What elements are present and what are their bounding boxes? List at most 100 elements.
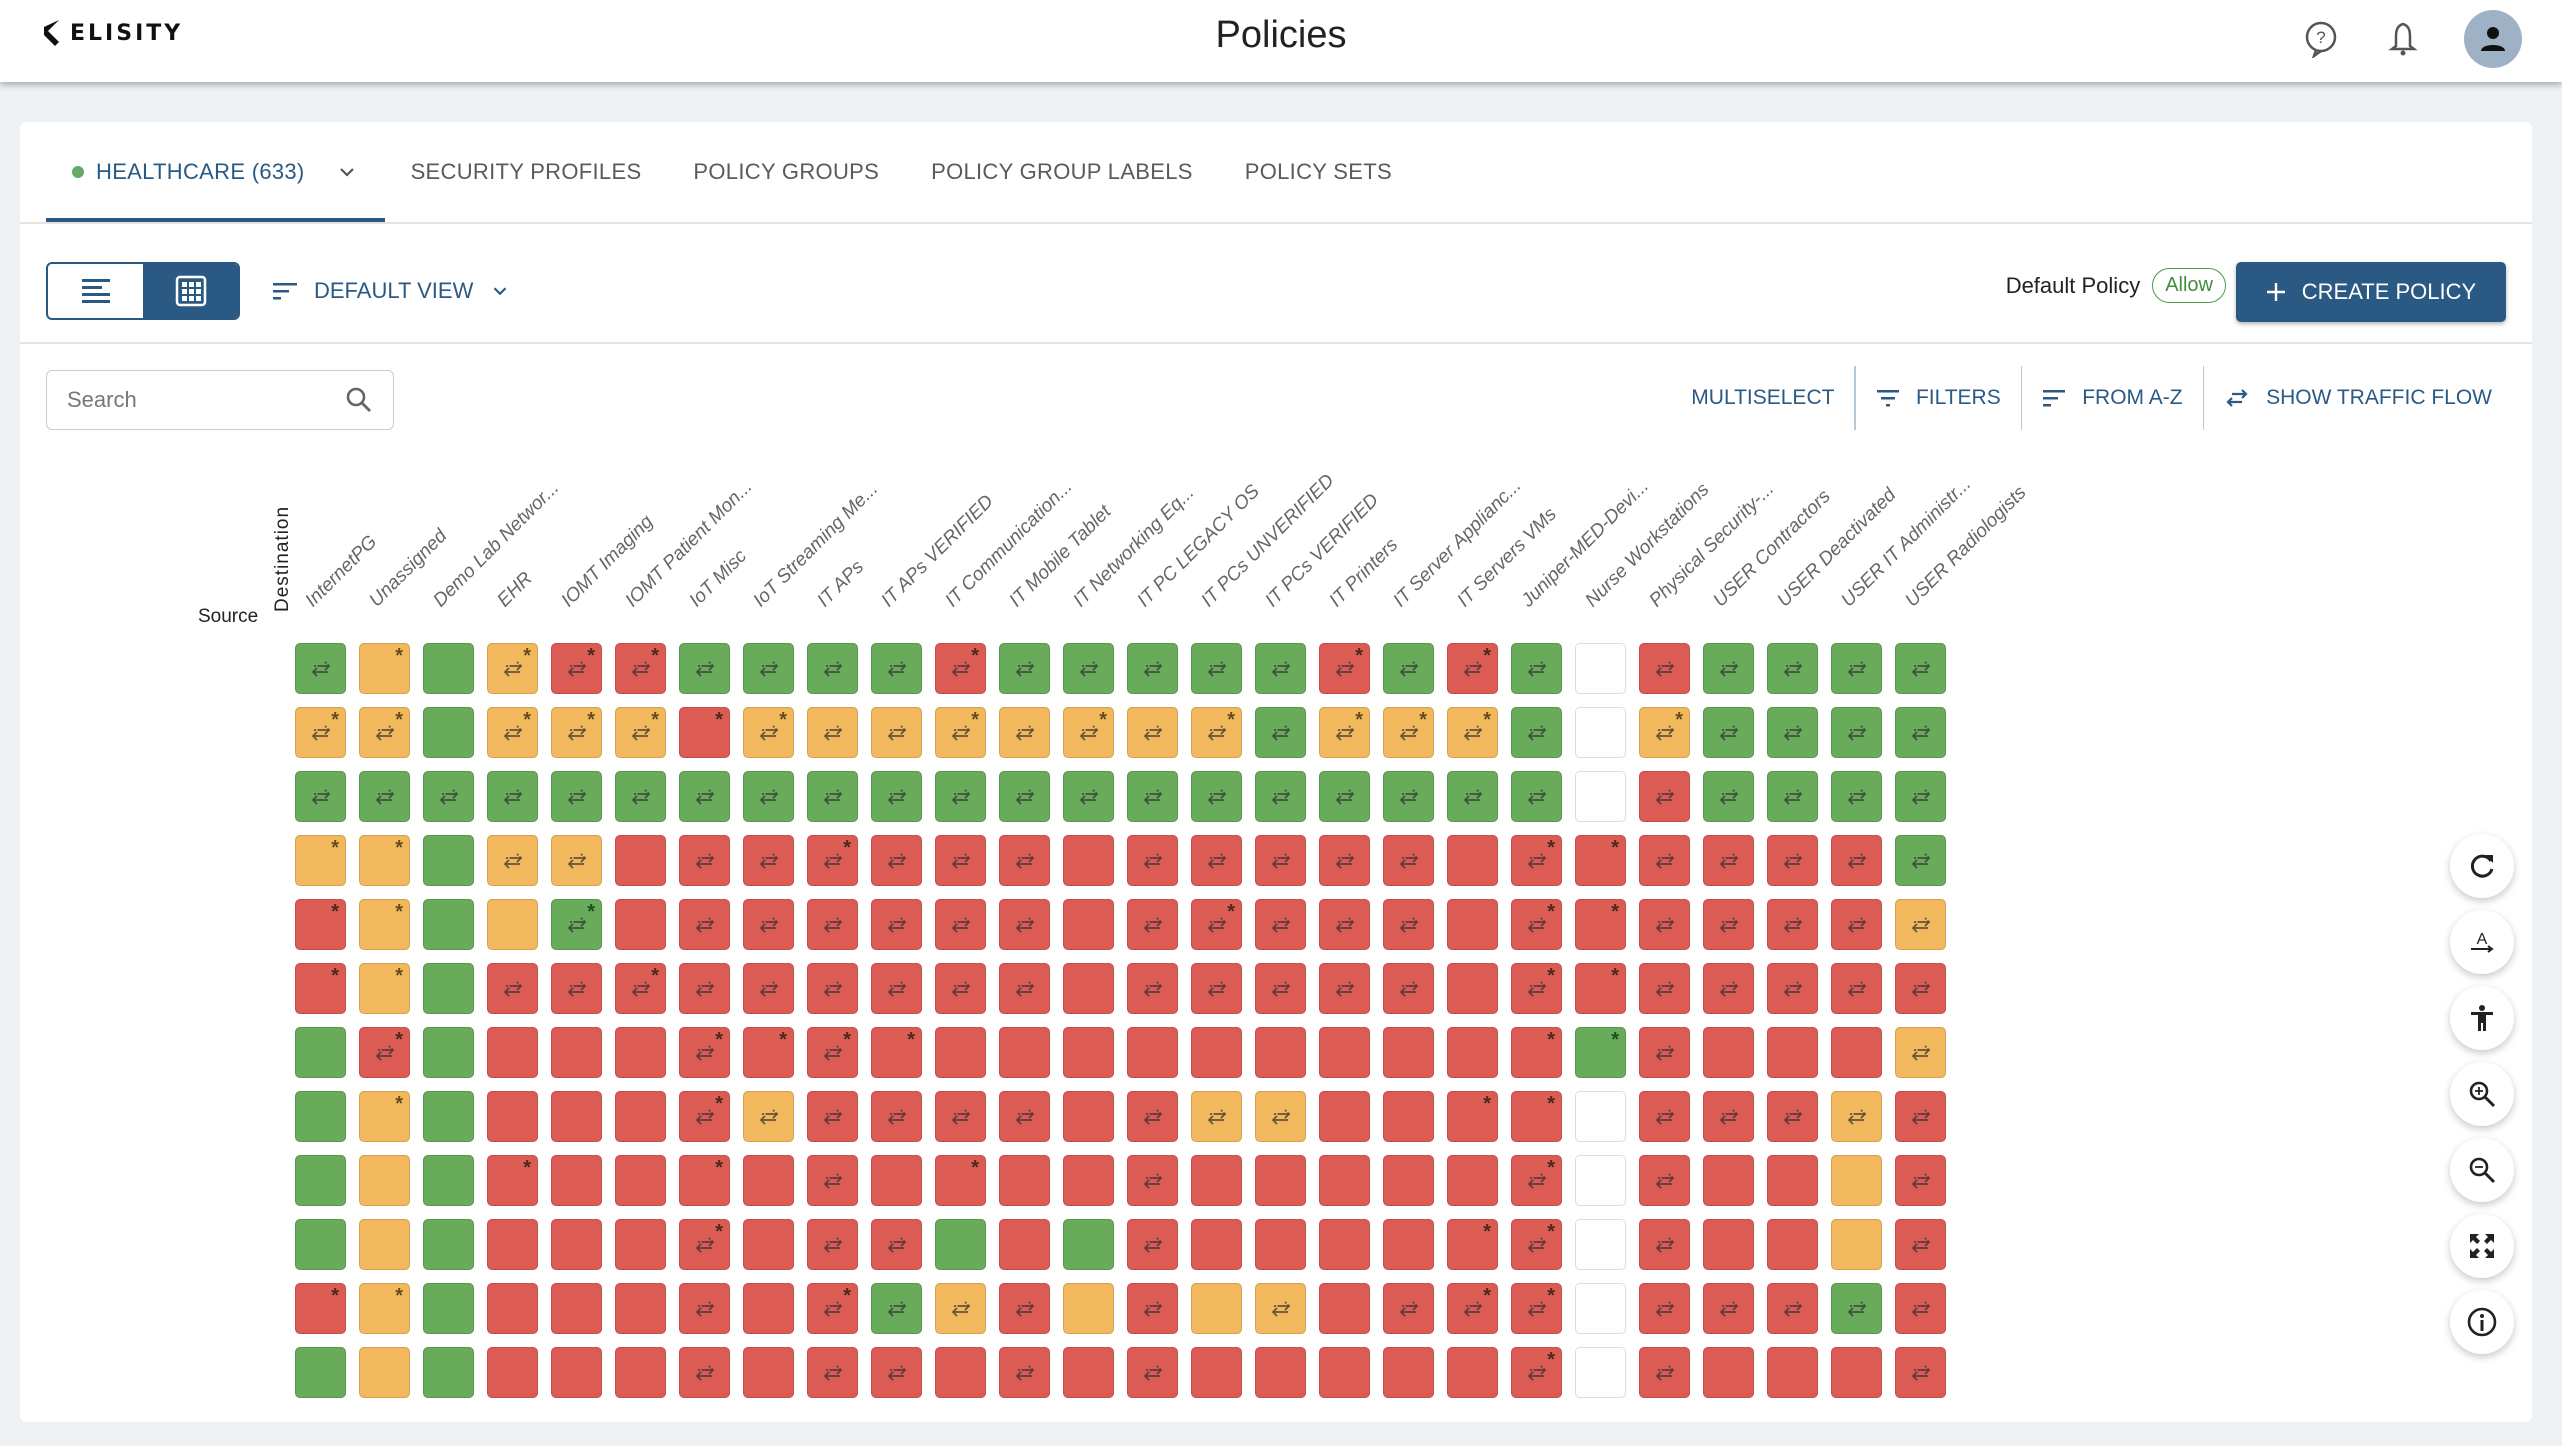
policy-cell[interactable] xyxy=(1767,1155,1818,1206)
search-input[interactable] xyxy=(67,387,317,413)
policy-cell[interactable] xyxy=(679,1283,730,1334)
policy-cell[interactable] xyxy=(999,1091,1050,1142)
policy-cell[interactable] xyxy=(1255,1091,1306,1142)
policy-cell[interactable] xyxy=(1895,643,1946,694)
policy-cell[interactable] xyxy=(487,1283,538,1334)
policy-cell[interactable] xyxy=(743,899,794,950)
policy-cell[interactable]: * xyxy=(1447,1091,1498,1142)
policy-cell[interactable]: * xyxy=(807,1283,858,1334)
policy-cell[interactable]: * xyxy=(871,1027,922,1078)
policy-cell[interactable]: * xyxy=(1063,707,1114,758)
policy-cell[interactable] xyxy=(999,835,1050,886)
policy-cell[interactable] xyxy=(1191,1155,1242,1206)
policy-cell[interactable]: * xyxy=(487,643,538,694)
policy-cell[interactable]: * xyxy=(359,707,410,758)
policy-cell[interactable] xyxy=(1895,1027,1946,1078)
policy-cell[interactable] xyxy=(1191,1283,1242,1334)
policy-cell[interactable] xyxy=(743,1219,794,1270)
policy-cell[interactable] xyxy=(1191,1091,1242,1142)
policy-cell[interactable]: * xyxy=(295,1283,346,1334)
policy-cell[interactable] xyxy=(423,707,474,758)
policy-cell[interactable] xyxy=(743,1155,794,1206)
policy-cell[interactable] xyxy=(423,1219,474,1270)
policy-cell[interactable] xyxy=(743,1091,794,1142)
policy-cell[interactable]: * xyxy=(1511,1091,1562,1142)
policy-cell[interactable] xyxy=(1447,1347,1498,1398)
policy-cell[interactable] xyxy=(1063,1219,1114,1270)
policy-cell[interactable] xyxy=(1127,1283,1178,1334)
policy-cell[interactable] xyxy=(1383,1283,1434,1334)
policy-cell[interactable] xyxy=(1895,1219,1946,1270)
policy-cell[interactable] xyxy=(1831,1091,1882,1142)
matrix-view-button[interactable] xyxy=(143,264,238,318)
policy-cell[interactable] xyxy=(1895,1283,1946,1334)
policy-cell[interactable] xyxy=(1831,1027,1882,1078)
policy-cell[interactable] xyxy=(1383,1219,1434,1270)
policy-cell[interactable] xyxy=(1575,1283,1626,1334)
policy-cell[interactable] xyxy=(487,835,538,886)
policy-cell[interactable] xyxy=(615,771,666,822)
policy-cell[interactable]: * xyxy=(1447,643,1498,694)
policy-cell[interactable] xyxy=(1703,771,1754,822)
policy-cell[interactable] xyxy=(871,1347,922,1398)
policy-cell[interactable]: * xyxy=(1511,963,1562,1014)
policy-cell[interactable] xyxy=(1575,1091,1626,1142)
policy-cell[interactable] xyxy=(1447,899,1498,950)
policy-cell[interactable] xyxy=(615,899,666,950)
policy-cell[interactable]: * xyxy=(1447,707,1498,758)
policy-cell[interactable] xyxy=(1511,771,1562,822)
policy-cell[interactable] xyxy=(1127,1347,1178,1398)
policy-cell[interactable] xyxy=(871,1219,922,1270)
policy-cell[interactable]: * xyxy=(935,643,986,694)
policy-cell[interactable] xyxy=(807,1347,858,1398)
policy-cell[interactable]: * xyxy=(359,1283,410,1334)
policy-cell[interactable] xyxy=(1831,707,1882,758)
policy-cell[interactable] xyxy=(551,1091,602,1142)
policy-cell[interactable] xyxy=(935,899,986,950)
column-header[interactable]: IT PC LEGACY OS xyxy=(1133,481,1264,612)
policy-cell[interactable] xyxy=(1383,835,1434,886)
policy-cell[interactable] xyxy=(551,963,602,1014)
policy-cell[interactable] xyxy=(423,1027,474,1078)
policy-cell[interactable] xyxy=(295,643,346,694)
policy-cell[interactable] xyxy=(871,771,922,822)
policy-cell[interactable] xyxy=(1255,899,1306,950)
policy-cell[interactable] xyxy=(871,1155,922,1206)
policy-cell[interactable] xyxy=(1575,1155,1626,1206)
policy-cell[interactable] xyxy=(423,771,474,822)
create-policy-button[interactable]: CREATE POLICY xyxy=(2236,262,2506,322)
refresh-button[interactable] xyxy=(2450,834,2514,898)
tab-policy-sets[interactable]: POLICY SETS xyxy=(1219,122,1418,222)
policy-cell[interactable] xyxy=(679,1347,730,1398)
policy-cell[interactable] xyxy=(1831,1219,1882,1270)
policy-cell[interactable] xyxy=(1511,643,1562,694)
policy-cell[interactable] xyxy=(551,835,602,886)
policy-cell[interactable]: * xyxy=(1447,1219,1498,1270)
tab-policy-group-labels[interactable]: POLICY GROUP LABELS xyxy=(905,122,1219,222)
policy-cell[interactable] xyxy=(1639,1155,1690,1206)
policy-cell[interactable] xyxy=(743,835,794,886)
policy-cell[interactable] xyxy=(935,1283,986,1334)
policy-cell[interactable]: * xyxy=(1639,707,1690,758)
policy-cell[interactable] xyxy=(1511,707,1562,758)
policy-cell[interactable] xyxy=(1127,1027,1178,1078)
policy-cell[interactable] xyxy=(999,707,1050,758)
policy-cell[interactable] xyxy=(1767,835,1818,886)
policy-cell[interactable] xyxy=(1127,1219,1178,1270)
column-header[interactable]: IT APs VERIFIED xyxy=(877,491,998,612)
policy-cell[interactable] xyxy=(1319,1347,1370,1398)
policy-cell[interactable] xyxy=(807,643,858,694)
policy-cell[interactable] xyxy=(1767,643,1818,694)
policy-cell[interactable] xyxy=(1703,707,1754,758)
policy-cell[interactable] xyxy=(1895,963,1946,1014)
policy-cell[interactable] xyxy=(935,1027,986,1078)
policy-cell[interactable] xyxy=(1575,707,1626,758)
policy-cell[interactable]: * xyxy=(1447,1283,1498,1334)
policy-cell[interactable] xyxy=(1831,835,1882,886)
policy-cell[interactable] xyxy=(1127,963,1178,1014)
policy-cell[interactable] xyxy=(871,707,922,758)
policy-cell[interactable]: * xyxy=(1575,1027,1626,1078)
bell-icon[interactable] xyxy=(2382,18,2424,60)
policy-cell[interactable] xyxy=(1767,963,1818,1014)
policy-cell[interactable] xyxy=(871,835,922,886)
